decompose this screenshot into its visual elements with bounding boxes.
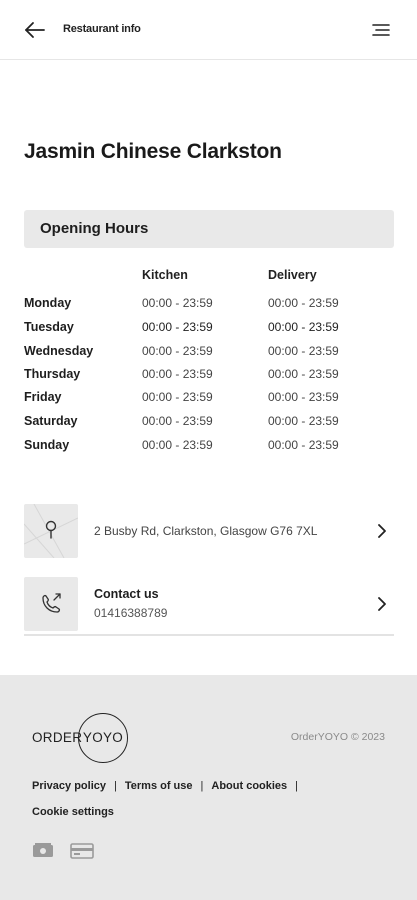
about-cookies-link[interactable]: About cookies: [211, 780, 287, 792]
kitchen-hours: 00:00 - 23:59: [142, 438, 213, 452]
phone-icon: [42, 593, 61, 613]
kitchen-hours: 00:00 - 23:59: [142, 414, 213, 428]
contact-card[interactable]: Contact us 01416388789: [24, 577, 394, 633]
cookie-settings-link[interactable]: Cookie settings: [32, 806, 114, 818]
payment-icons: [32, 842, 102, 862]
delivery-column-header: Delivery: [268, 268, 317, 282]
day-label: Thursday: [24, 367, 81, 381]
arrow-left-icon: [25, 22, 45, 38]
address-card[interactable]: 2 Busby Rd, Clarkston, Glasgow G76 7XL: [24, 504, 394, 560]
day-label: Wednesday: [24, 344, 94, 358]
kitchen-hours: 00:00 - 23:59: [142, 367, 213, 381]
hours-row-monday: Monday 00:00 - 23:59 00:00 - 23:59: [0, 296, 417, 316]
day-label: Sunday: [24, 438, 70, 452]
hours-row-saturday: Saturday 00:00 - 23:59 00:00 - 23:59: [0, 414, 417, 434]
delivery-hours: 00:00 - 23:59: [268, 390, 339, 404]
orderyoyo-logo[interactable]: ORDER YOYO: [32, 713, 132, 763]
cash-icon: [33, 843, 53, 857]
opening-hours-header: Opening Hours: [24, 210, 394, 248]
delivery-hours: 00:00 - 23:59: [268, 320, 339, 334]
terms-of-use-link[interactable]: Terms of use: [125, 780, 193, 792]
hours-row-tuesday: Tuesday 00:00 - 23:59 00:00 - 23:59: [0, 320, 417, 340]
map-thumbnail: [24, 504, 78, 558]
delivery-hours: 00:00 - 23:59: [268, 344, 339, 358]
link-separator: |: [200, 780, 204, 792]
hours-row-wednesday: Wednesday 00:00 - 23:59 00:00 - 23:59: [0, 344, 417, 364]
contact-phone: 01416388789: [94, 606, 168, 620]
delivery-hours: 00:00 - 23:59: [268, 367, 339, 381]
kitchen-hours: 00:00 - 23:59: [142, 320, 213, 334]
menu-button[interactable]: [371, 22, 391, 38]
kitchen-column-header: Kitchen: [142, 268, 188, 282]
contact-title: Contact us: [94, 587, 159, 601]
day-label: Saturday: [24, 414, 78, 428]
day-label: Tuesday: [24, 320, 74, 334]
map-pin-icon: [24, 504, 78, 558]
logo-order-text: ORDER: [32, 730, 83, 745]
logo-circle: YOYO: [78, 713, 128, 763]
kitchen-hours: 00:00 - 23:59: [142, 390, 213, 404]
footer-links: Privacy policy | Terms of use | About cookie…: [32, 780, 306, 792]
delivery-hours: 00:00 - 23:59: [268, 414, 339, 428]
copyright: OrderYOYO © 2023: [290, 731, 385, 743]
day-label: Friday: [24, 390, 62, 404]
delivery-hours: 00:00 - 23:59: [268, 296, 339, 310]
kitchen-hours: 00:00 - 23:59: [142, 344, 213, 358]
address-text: 2 Busby Rd, Clarkston, Glasgow G76 7XL: [94, 524, 318, 538]
hours-row-sunday: Sunday 00:00 - 23:59 00:00 - 23:59: [0, 438, 417, 458]
footer: ORDER YOYO OrderYOYO © 2023 Privacy poli…: [0, 675, 417, 900]
opening-hours-title: Opening Hours: [40, 220, 149, 237]
hours-row-friday: Friday 00:00 - 23:59 00:00 - 23:59: [0, 390, 417, 410]
chevron-right-icon: [376, 522, 388, 540]
chevron-right-icon: [376, 595, 388, 613]
hours-row-thursday: Thursday 00:00 - 23:59 00:00 - 23:59: [0, 367, 417, 387]
menu-icon: [372, 24, 390, 36]
restaurant-name: Jasmin Chinese Clarkston: [24, 140, 282, 163]
page-title: Restaurant info: [63, 23, 141, 35]
link-separator: |: [114, 780, 117, 792]
back-button[interactable]: [20, 18, 48, 42]
card-icon: [70, 843, 94, 859]
delivery-hours: 00:00 - 23:59: [268, 438, 339, 452]
divider: [24, 634, 394, 636]
link-separator: |: [295, 780, 299, 792]
kitchen-hours: 00:00 - 23:59: [142, 296, 213, 310]
day-label: Monday: [24, 296, 72, 310]
phone-thumbnail: [24, 577, 78, 631]
privacy-policy-link[interactable]: Privacy policy: [32, 780, 106, 792]
logo-yoyo-text: YOYO: [82, 730, 124, 745]
top-bar: Restaurant info: [0, 0, 417, 60]
